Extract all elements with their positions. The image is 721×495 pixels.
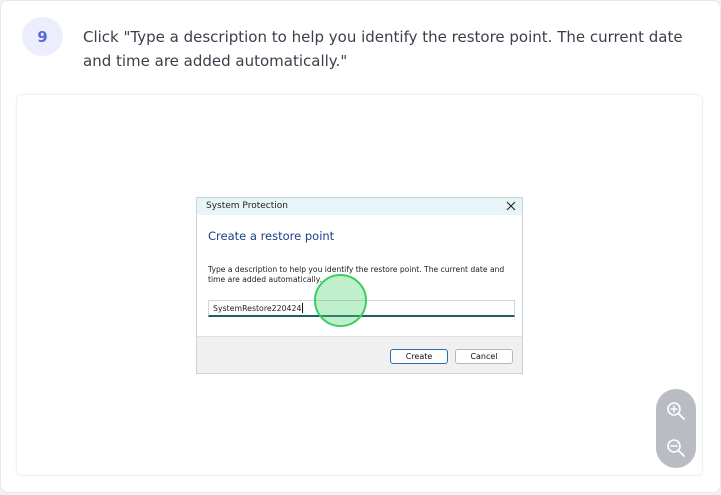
dialog-titlebar: System Protection [197, 198, 522, 215]
zoom-controls [656, 389, 696, 468]
click-indicator [314, 274, 367, 327]
dialog-heading: Create a restore point [208, 229, 335, 243]
dialog-footer: Create Cancel [197, 336, 522, 373]
restore-point-name-value: SystemRestore220424 [213, 303, 302, 313]
close-icon[interactable] [504, 199, 518, 213]
cancel-button[interactable]: Cancel [455, 349, 513, 364]
zoom-out-icon[interactable] [656, 428, 696, 468]
step-card: 9 Click "Type a description to help you … [0, 0, 721, 493]
step-instruction: Click "Type a description to help you id… [83, 28, 683, 70]
dialog-title: System Protection [206, 201, 288, 211]
create-button[interactable]: Create [390, 349, 448, 364]
text-caret [302, 303, 304, 313]
step-number-badge: 9 [22, 17, 63, 56]
zoom-in-icon[interactable] [656, 391, 696, 431]
restore-point-description-text[interactable]: Type a description to help you identify … [208, 265, 516, 285]
